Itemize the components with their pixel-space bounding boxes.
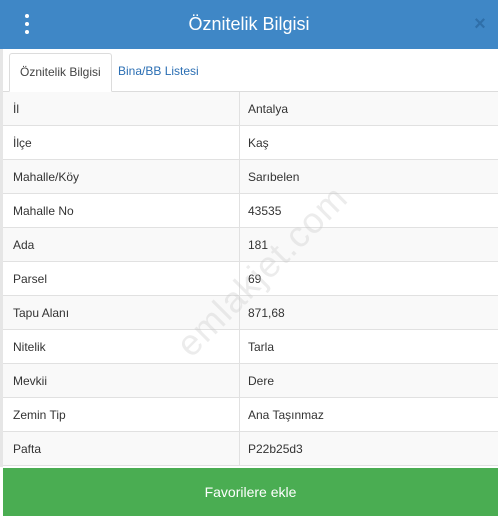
column-divider (239, 160, 240, 194)
panel-header: Öznitelik Bilgisi × (0, 0, 498, 49)
column-divider (239, 432, 240, 466)
row-value: P22b25d3 (248, 442, 303, 456)
table-row: İl Antalya (3, 92, 498, 126)
tab-oznitelik-bilgisi[interactable]: Öznitelik Bilgisi (9, 53, 112, 92)
row-key: Mevkii (13, 374, 48, 388)
row-value: Sarıbelen (248, 170, 300, 184)
table-row: İlçe Kaş (3, 126, 498, 160)
column-divider (239, 126, 240, 160)
table-row: Tapu Alanı 871,68 (3, 296, 498, 330)
table-row: Parsel 69 (3, 262, 498, 296)
table-row: Mahalle No 43535 (3, 194, 498, 228)
row-key: Mahalle No (13, 204, 74, 218)
panel-title: Öznitelik Bilgisi (188, 14, 310, 34)
column-divider (239, 92, 240, 126)
row-key: İl (13, 102, 19, 116)
column-divider (239, 296, 240, 330)
row-value: 871,68 (248, 306, 285, 320)
column-divider (239, 228, 240, 262)
row-key: Ada (13, 238, 35, 252)
row-value: 69 (248, 272, 262, 286)
table-row: Pafta P22b25d3 (3, 432, 498, 466)
row-key: Nitelik (13, 340, 46, 354)
add-favorite-button[interactable]: Favorilere ekle (3, 468, 498, 516)
row-key: Pafta (13, 442, 42, 456)
column-divider (239, 330, 240, 364)
row-key: Zemin Tip (13, 408, 66, 422)
tab-bina-bb-listesi[interactable]: Bina/BB Listesi (108, 53, 209, 90)
row-value: 43535 (248, 204, 282, 218)
column-divider (239, 194, 240, 228)
row-key: İlçe (13, 136, 32, 150)
table-row: Ada 181 (3, 228, 498, 262)
row-value: Dere (248, 374, 275, 388)
row-value: Antalya (248, 102, 289, 116)
close-icon[interactable]: × (470, 12, 490, 36)
row-key: Mahalle/Köy (13, 170, 80, 184)
row-value: Kaş (248, 136, 269, 150)
row-value: Ana Taşınmaz (248, 408, 324, 422)
column-divider (239, 364, 240, 398)
column-divider (239, 398, 240, 432)
row-key: Parsel (13, 272, 48, 286)
column-divider (239, 262, 240, 296)
table-row: Mahalle/Köy Sarıbelen (3, 160, 498, 194)
table-row: Nitelik Tarla (3, 330, 498, 364)
row-key: Tapu Alanı (13, 306, 70, 320)
row-value: Tarla (248, 340, 275, 354)
row-value: 181 (248, 238, 269, 252)
table-row: Zemin Tip Ana Taşınmaz (3, 398, 498, 432)
table-row: Mevkii Dere (3, 364, 498, 398)
vertical-dots-icon[interactable] (22, 14, 32, 34)
tab-bar: Öznitelik Bilgisi Bina/BB Listesi (3, 49, 498, 92)
